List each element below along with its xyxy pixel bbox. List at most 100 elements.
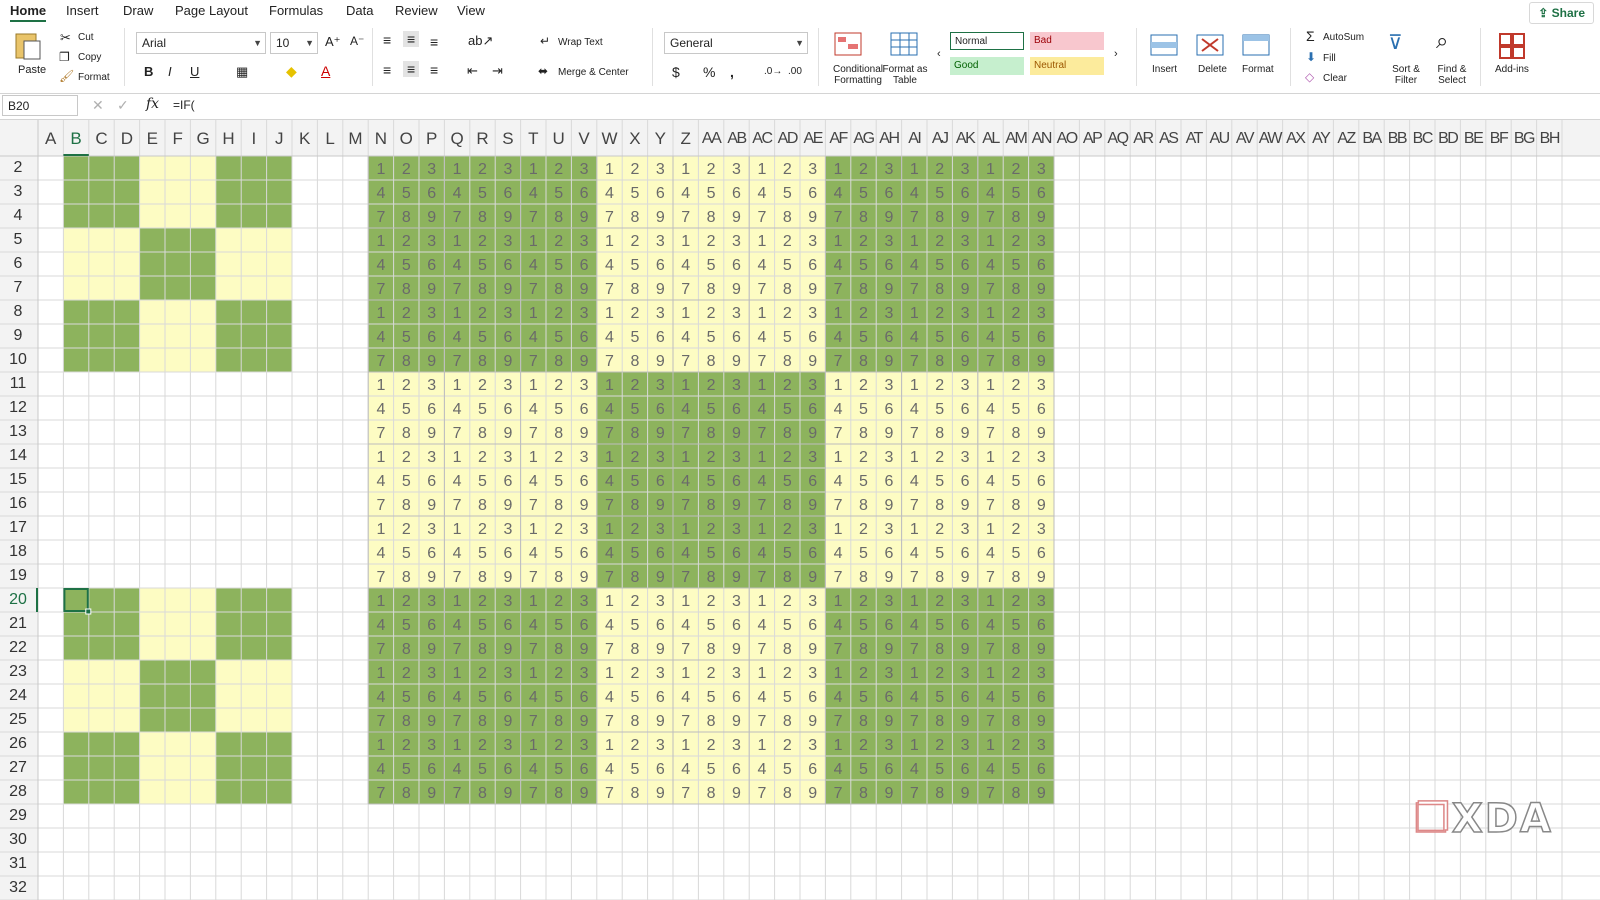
percent-icon[interactable]: % xyxy=(703,64,715,80)
column-header-N[interactable]: N xyxy=(368,130,393,148)
styles-prev-icon[interactable]: ‹ xyxy=(937,48,941,60)
column-header-AG[interactable]: AG xyxy=(851,130,876,148)
row-header-24[interactable]: 24 xyxy=(0,687,36,711)
column-header-AA[interactable]: AA xyxy=(698,130,723,148)
column-header-BH[interactable]: BH xyxy=(1537,130,1562,148)
column-header-AD[interactable]: AD xyxy=(775,130,800,148)
column-header-BC[interactable]: BC xyxy=(1410,130,1435,148)
column-header-E[interactable]: E xyxy=(140,130,165,148)
tab-home[interactable]: Home xyxy=(10,3,46,18)
column-header-Y[interactable]: Y xyxy=(648,130,673,148)
column-header-AX[interactable]: AX xyxy=(1283,130,1308,148)
insert-function-icon[interactable]: fx xyxy=(146,96,159,112)
column-header-AL[interactable]: AL xyxy=(978,130,1003,148)
row-header-13[interactable]: 13 xyxy=(0,423,36,447)
row-header-19[interactable]: 19 xyxy=(0,567,36,591)
align-middle-icon[interactable]: ≡ xyxy=(403,31,420,47)
formula-input[interactable]: =IF( xyxy=(173,98,195,112)
row-header-20[interactable]: 20 xyxy=(0,591,36,615)
bold-button[interactable]: B xyxy=(144,64,153,79)
share-button[interactable]: ⇪ Share xyxy=(1529,2,1594,24)
column-header-AT[interactable]: AT xyxy=(1181,130,1206,148)
column-header-AF[interactable]: AF xyxy=(825,130,850,148)
column-header-AS[interactable]: AS xyxy=(1156,130,1181,148)
column-header-AP[interactable]: AP xyxy=(1079,130,1104,148)
column-header-Q[interactable]: Q xyxy=(444,130,469,148)
row-header-30[interactable]: 30 xyxy=(0,831,36,855)
fill-handle[interactable] xyxy=(85,608,92,615)
confirm-icon[interactable]: ✓ xyxy=(117,97,129,114)
column-header-AQ[interactable]: AQ xyxy=(1105,130,1130,148)
style-normal[interactable]: Normal xyxy=(950,32,1024,50)
row-header-17[interactable]: 17 xyxy=(0,519,36,543)
worksheet-grid[interactable]: 1231231231231231231231231234564564564564… xyxy=(0,120,1600,900)
column-header-BG[interactable]: BG xyxy=(1511,130,1536,148)
tab-review[interactable]: Review xyxy=(395,3,438,18)
style-good[interactable]: Good xyxy=(950,57,1024,75)
column-header-P[interactable]: P xyxy=(419,130,444,148)
column-header-AV[interactable]: AV xyxy=(1232,130,1257,148)
comma-style-icon[interactable]: , xyxy=(730,64,734,80)
column-header-G[interactable]: G xyxy=(190,130,215,148)
column-header-AZ[interactable]: AZ xyxy=(1333,130,1358,148)
row-header-4[interactable]: 4 xyxy=(0,207,36,231)
row-header-26[interactable]: 26 xyxy=(0,735,36,759)
align-right-icon[interactable]: ≡ xyxy=(430,62,438,78)
tab-data[interactable]: Data xyxy=(346,3,373,18)
tab-insert[interactable]: Insert xyxy=(66,3,99,18)
column-header-AI[interactable]: AI xyxy=(902,130,927,148)
number-format-dropdown[interactable]: General ▼ xyxy=(664,32,808,54)
row-header-12[interactable]: 12 xyxy=(0,399,36,423)
column-header-X[interactable]: X xyxy=(622,130,647,148)
borders-icon[interactable]: ▦ xyxy=(236,64,248,80)
row-header-5[interactable]: 5 xyxy=(0,231,36,255)
row-header-28[interactable]: 28 xyxy=(0,783,36,807)
column-header-B[interactable]: B xyxy=(63,130,88,148)
row-header-9[interactable]: 9 xyxy=(0,327,36,351)
align-center-icon[interactable]: ≡ xyxy=(403,61,420,77)
column-header-AW[interactable]: AW xyxy=(1257,130,1283,148)
font-name-dropdown[interactable]: Arial ▼ xyxy=(136,32,266,54)
currency-icon[interactable]: $ xyxy=(672,64,680,80)
row-header-8[interactable]: 8 xyxy=(0,303,36,327)
align-left-icon[interactable]: ≡ xyxy=(383,62,391,78)
column-header-AY[interactable]: AY xyxy=(1308,130,1333,148)
row-header-29[interactable]: 29 xyxy=(0,807,36,831)
column-header-AJ[interactable]: AJ xyxy=(927,130,952,148)
cancel-icon[interactable]: ✕ xyxy=(92,97,104,114)
row-header-18[interactable]: 18 xyxy=(0,543,36,567)
font-color-icon[interactable]: A xyxy=(321,63,330,79)
row-header-15[interactable]: 15 xyxy=(0,471,36,495)
column-header-I[interactable]: I xyxy=(241,130,266,148)
column-header-AH[interactable]: AH xyxy=(876,130,901,148)
style-bad[interactable]: Bad xyxy=(1030,32,1104,50)
row-header-31[interactable]: 31 xyxy=(0,855,36,879)
tab-formulas[interactable]: Formulas xyxy=(269,3,323,18)
column-header-AM[interactable]: AM xyxy=(1003,130,1028,148)
column-header-A[interactable]: A xyxy=(38,130,63,148)
column-header-Z[interactable]: Z xyxy=(673,130,698,148)
row-header-10[interactable]: 10 xyxy=(0,351,36,375)
column-header-F[interactable]: F xyxy=(165,130,190,148)
column-header-H[interactable]: H xyxy=(216,130,241,148)
column-header-BF[interactable]: BF xyxy=(1486,130,1511,148)
column-header-C[interactable]: C xyxy=(89,130,114,148)
decrease-indent-icon[interactable]: ⇤ xyxy=(467,63,478,79)
column-header-V[interactable]: V xyxy=(571,130,596,148)
column-header-AB[interactable]: AB xyxy=(724,130,749,148)
row-header-2[interactable]: 2 xyxy=(0,159,36,183)
increase-decimal-icon[interactable]: .0→ xyxy=(764,66,782,77)
decrease-decimal-icon[interactable]: .00 xyxy=(788,66,802,77)
italic-button[interactable]: I xyxy=(168,64,172,79)
decrease-font-icon[interactable]: A⁻ xyxy=(350,34,364,48)
increase-font-icon[interactable]: A⁺ xyxy=(325,34,341,50)
row-header-3[interactable]: 3 xyxy=(0,183,36,207)
tab-view[interactable]: View xyxy=(457,3,485,18)
tab-page-layout[interactable]: Page Layout xyxy=(175,3,248,18)
row-header-21[interactable]: 21 xyxy=(0,615,36,639)
increase-indent-icon[interactable]: ⇥ xyxy=(492,63,503,79)
row-header-27[interactable]: 27 xyxy=(0,759,36,783)
name-box[interactable]: B20 xyxy=(2,95,78,116)
underline-button[interactable]: U xyxy=(190,64,199,79)
column-header-M[interactable]: M xyxy=(343,130,368,148)
